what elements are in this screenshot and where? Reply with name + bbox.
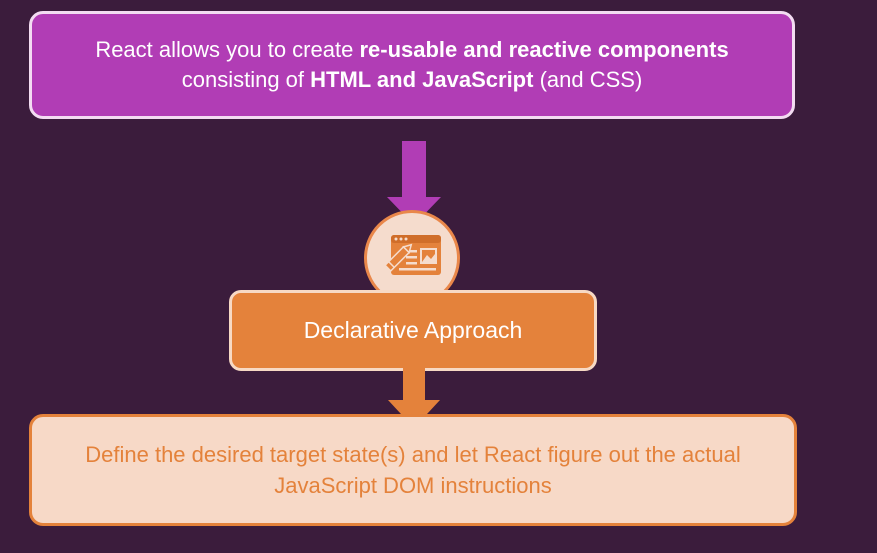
text-segment: React allows you to create xyxy=(95,37,360,62)
target-state-text: Define the desired target state(s) and l… xyxy=(85,442,741,498)
declarative-approach-box: Declarative Approach xyxy=(229,290,597,371)
browser-pencil-icon xyxy=(384,235,441,275)
react-description-text: React allows you to create re-usable and… xyxy=(95,35,728,95)
declarative-approach-label: Declarative Approach xyxy=(303,317,523,343)
diagram: React allows you to create re-usable and… xyxy=(0,0,877,553)
react-description-box: React allows you to create re-usable and… xyxy=(29,11,795,119)
text-segment: consisting of xyxy=(181,67,311,92)
target-state-box: Define the desired target state(s) and l… xyxy=(29,414,797,526)
text-segment: (and CSS) xyxy=(533,67,643,92)
bold-segment-components: re-usable and reactive components xyxy=(359,37,729,62)
bold-segment-html-js: HTML and JavaScript xyxy=(310,67,534,92)
